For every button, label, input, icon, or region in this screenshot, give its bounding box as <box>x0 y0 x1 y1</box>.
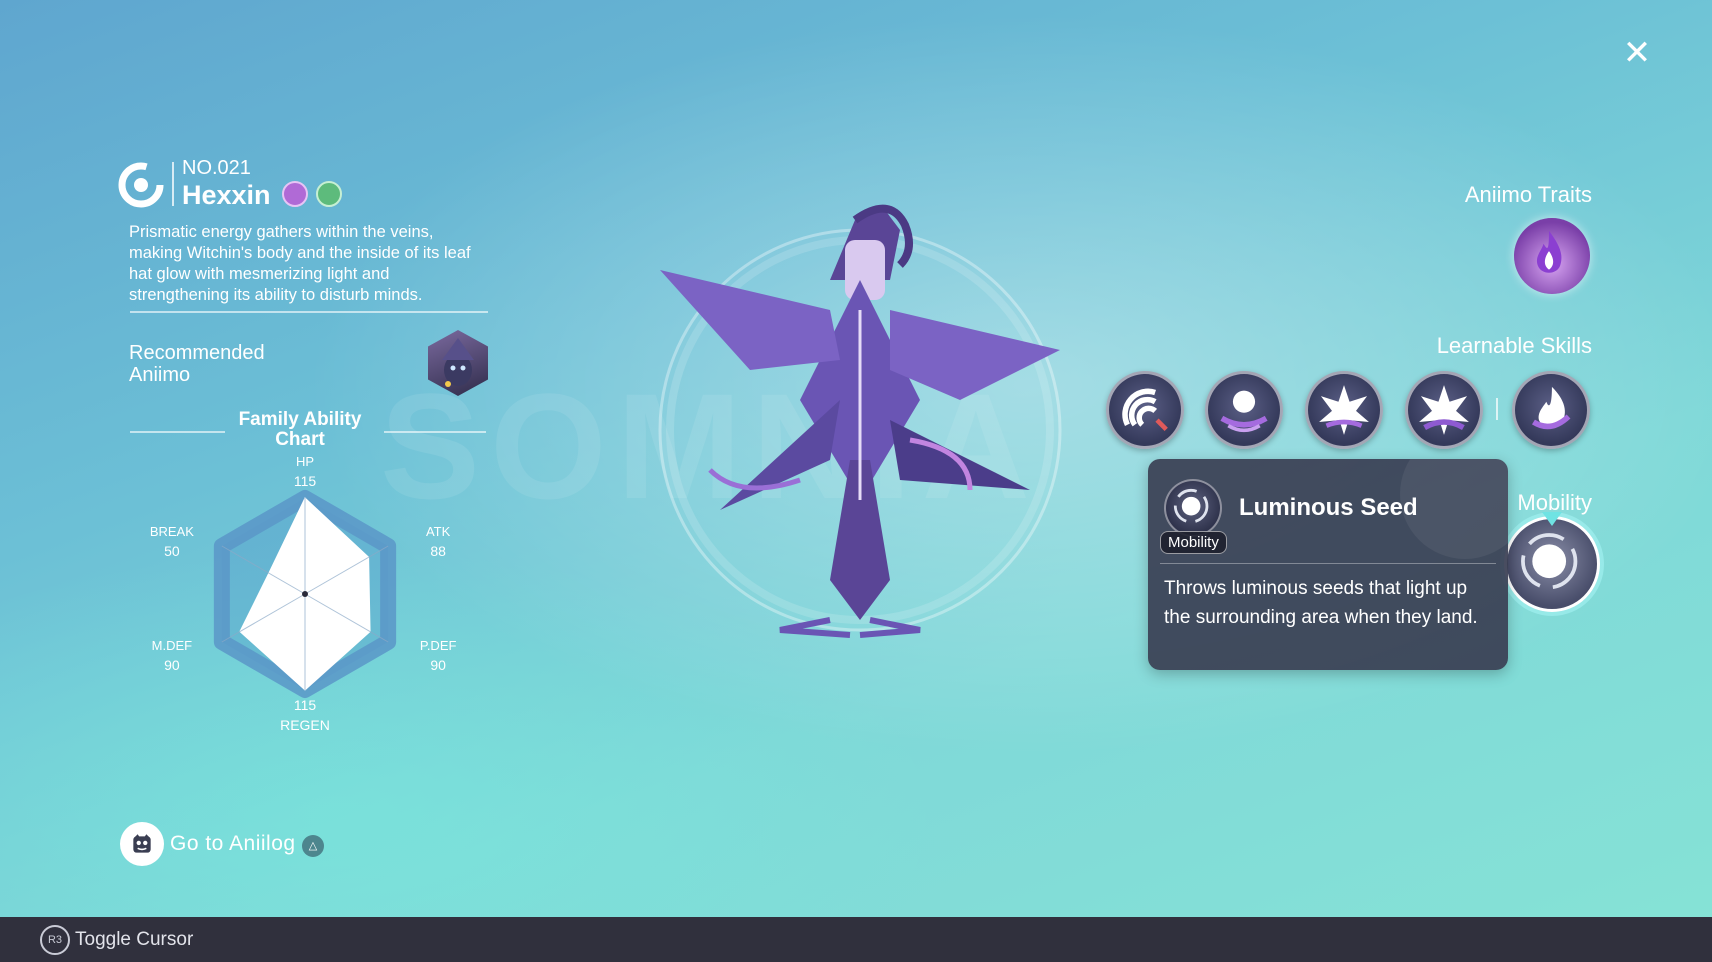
purple-flame-skill-button[interactable] <box>1512 371 1590 449</box>
skills-separator <box>1496 398 1498 420</box>
recommended-aniimo-label: Recommended Aniimo <box>129 342 265 386</box>
ability-chart-title: Family Ability Chart <box>238 409 362 450</box>
radar-value-break: 50 <box>164 543 180 559</box>
radar-value-hp: 115 <box>294 473 317 489</box>
go-to-aniilog-label: Go to Aniilog <box>170 832 296 855</box>
close-button[interactable]: ✕ <box>1620 36 1654 70</box>
burst-plus-skill-icon <box>1419 385 1469 435</box>
triangle-button-hint-icon: △ <box>302 835 324 857</box>
tooltip-skill-tag: Mobility <box>1160 531 1227 554</box>
burst-plus-skill-button[interactable] <box>1405 371 1483 449</box>
radar-center <box>302 591 308 597</box>
mobility-skill-button[interactable] <box>1504 516 1600 612</box>
species-number: NO.021 <box>182 157 251 179</box>
description-divider <box>130 311 488 313</box>
tooltip-skill-description: Throws luminous seeds that light up the … <box>1164 578 1478 628</box>
radar-label-hp: HP <box>296 454 314 469</box>
vortex-orb-skill-button[interactable] <box>1205 371 1283 449</box>
radar-label-pdef: P.DEF <box>420 638 457 653</box>
radar-value-mdef: 90 <box>164 657 180 673</box>
chart-title-line-left <box>130 431 225 433</box>
learnable-skills-title: Learnable Skills <box>1436 333 1592 358</box>
sonic-wave-skill-button[interactable] <box>1106 371 1184 449</box>
aniilog-book-icon <box>120 822 164 866</box>
radar-label-regen: REGEN <box>280 717 330 733</box>
chart-title-line-right <box>384 431 486 433</box>
radar-value-pdef: 90 <box>430 657 446 673</box>
burst-skill-button[interactable] <box>1305 371 1383 449</box>
vortex-orb-skill-icon <box>1220 390 1268 433</box>
hexxin-creature-illustration <box>658 204 1062 638</box>
radar-label-break: BREAK <box>150 524 194 539</box>
burst-skill-icon <box>1319 385 1369 435</box>
luminous-seed-tooltip-icon <box>1164 479 1222 537</box>
tooltip-skill-name: Luminous Seed <box>1239 494 1418 521</box>
ability-radar-chart: HP 115 ATK 88 P.DEF 90 115 REGEN M.DEF 90 BREAK 50 <box>150 454 457 733</box>
flame-icon <box>1536 230 1562 273</box>
bottom-hint-bar: R3 Toggle Cursor <box>0 917 1712 962</box>
aniimo-traits-title: Aniimo Traits <box>1464 182 1592 207</box>
flame-trait-icon[interactable] <box>1514 218 1590 294</box>
tooltip-divider <box>1160 563 1496 564</box>
species-description: Prismatic energy gathers within the vein… <box>129 223 471 304</box>
radar-value-atk: 88 <box>430 543 446 559</box>
grass-type-icon <box>316 181 342 207</box>
luminous-seed-icon <box>1521 533 1578 590</box>
r3-button-icon: R3 <box>40 925 70 955</box>
toggle-cursor-label[interactable]: Toggle Cursor <box>75 929 193 951</box>
species-name: Hexxin <box>182 180 271 210</box>
psychic-type-icon <box>282 181 308 207</box>
species-logo-icon <box>118 162 164 208</box>
radar-label-mdef: M.DEF <box>152 638 193 653</box>
radar-label-atk: ATK <box>426 524 451 539</box>
sonic-wave-skill-icon <box>1122 388 1168 432</box>
purple-flame-skill-icon <box>1531 386 1571 430</box>
selected-marker-icon <box>1542 512 1562 526</box>
header-divider <box>172 162 174 206</box>
skill-tooltip: Luminous Seed Mobility Throws luminous s… <box>1148 459 1508 670</box>
radar-value-regen: 115 <box>294 697 317 713</box>
